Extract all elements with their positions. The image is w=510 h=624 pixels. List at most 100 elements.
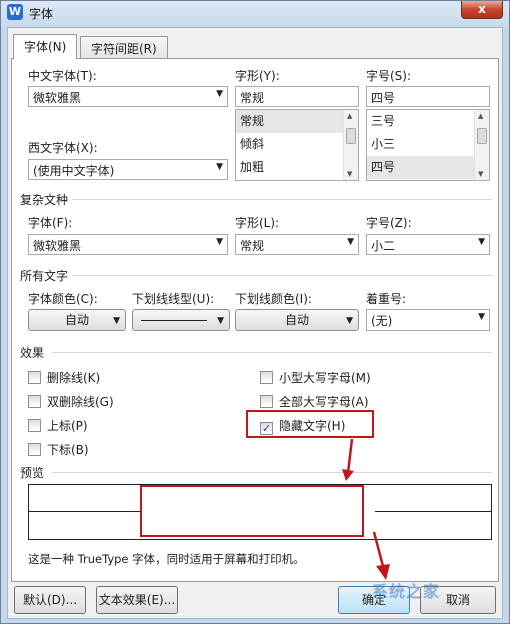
title-bar: W 字体 x (1, 1, 509, 25)
font-dialog: W 字体 x 字体(N) 字符间距(R) 中文字体(T): 微软雅黑 ▼ 字形(… (0, 0, 510, 624)
red-arrow-icon (342, 438, 354, 481)
font-size-label: 字号(S): (366, 69, 412, 83)
font-color-dropdown[interactable]: 自动 ▼ (28, 309, 126, 331)
font-style-option[interactable]: 加粗 (236, 156, 358, 179)
underline-type-label: 下划线线型(U): (132, 292, 215, 306)
font-style-option[interactable]: 倾斜 (236, 133, 358, 156)
font-style-scrollbar[interactable]: ▲ ▼ (343, 110, 358, 180)
preview-baseline-right (375, 511, 491, 512)
dropdown-arrow-icon: ▼ (478, 237, 485, 247)
complex-style-combo[interactable]: 常规 ▼ (235, 234, 359, 255)
chinese-font-label: 中文字体(T): (28, 69, 97, 83)
scroll-down-icon[interactable]: ▼ (478, 170, 483, 178)
strikethrough-checkbox[interactable]: 删除线(K) (28, 369, 100, 385)
font-size-option[interactable]: 小三 (367, 133, 489, 156)
watermark-logo: 系统之家 (372, 582, 441, 601)
font-style-list[interactable]: 常规 倾斜 加粗 ▲ ▼ (235, 109, 359, 181)
underline-color-value: 自动 (284, 313, 309, 327)
red-arrow-icon (372, 531, 390, 580)
dropdown-arrow-icon: ▼ (216, 162, 223, 172)
preview-group-title: 预览 (20, 464, 49, 481)
default-button[interactable]: 默认(D)... (14, 586, 86, 614)
complex-font-label: 字体(F): (28, 216, 73, 230)
close-button[interactable]: x (461, 1, 503, 19)
complex-size-combo[interactable]: 小二 ▼ (366, 234, 490, 255)
font-tab-panel: 中文字体(T): 微软雅黑 ▼ 字形(Y): 常规 常规 倾斜 加粗 ▲ ▼ 字… (11, 58, 499, 582)
emphasis-label: 着重号: (366, 292, 407, 306)
checkbox-box[interactable] (28, 371, 41, 384)
font-size-option[interactable]: 四号 (367, 156, 489, 179)
emphasis-combo[interactable]: (无) ▼ (366, 309, 490, 331)
strikethrough-label: 删除线(K) (47, 371, 101, 385)
effects-group-title: 效果 (20, 344, 49, 361)
tab-font[interactable]: 字体(N) (13, 34, 78, 59)
western-font-value: (使用中文字体) (33, 164, 115, 178)
small-caps-label: 小型大写字母(M) (279, 371, 371, 385)
underline-type-dropdown[interactable]: ▼ (132, 309, 230, 331)
complex-font-value: 微软雅黑 (33, 239, 82, 253)
group-divider (52, 352, 492, 353)
chinese-font-value: 微软雅黑 (33, 91, 82, 105)
hidden-text-highlight (246, 410, 374, 438)
all-text-group-title: 所有文字 (20, 267, 73, 284)
checkbox-box[interactable] (28, 443, 41, 456)
font-style-option[interactable]: 常规 (236, 110, 358, 133)
scroll-down-icon[interactable]: ▼ (347, 170, 352, 178)
group-divider (52, 472, 492, 473)
scroll-thumb[interactable] (477, 128, 487, 144)
double-strikethrough-checkbox[interactable]: 双删除线(G) (28, 393, 114, 409)
complex-font-combo[interactable]: 微软雅黑 ▼ (28, 234, 228, 255)
scroll-up-icon[interactable]: ▲ (478, 112, 483, 120)
text-effects-button[interactable]: 文本效果(E)... (96, 586, 178, 614)
checkbox-box[interactable] (260, 395, 273, 408)
dropdown-arrow-icon: ▼ (217, 316, 224, 326)
superscript-label: 上标(P) (47, 419, 88, 433)
complex-size-value: 小二 (371, 239, 396, 253)
underline-color-label: 下划线颜色(I): (235, 292, 312, 306)
underline-color-dropdown[interactable]: 自动 ▼ (235, 309, 359, 331)
scroll-thumb[interactable] (346, 128, 356, 144)
checkbox-box[interactable] (260, 371, 273, 384)
underline-sample-line (141, 320, 207, 321)
wps-app-icon: W (7, 4, 23, 20)
font-size-list[interactable]: 三号 小三 四号 ▲ ▼ (366, 109, 490, 181)
chinese-font-combo[interactable]: 微软雅黑 ▼ (28, 86, 228, 107)
font-size-scrollbar[interactable]: ▲ ▼ (474, 110, 489, 180)
all-caps-label: 全部大写字母(A) (279, 395, 369, 409)
western-font-label: 西文字体(X): (28, 141, 98, 155)
subscript-label: 下标(B) (47, 443, 89, 457)
group-divider (72, 275, 492, 276)
window-title: 字体 (29, 7, 54, 21)
double-strikethrough-label: 双删除线(G) (47, 395, 114, 409)
tab-character-spacing[interactable]: 字符间距(R) (80, 36, 168, 58)
dropdown-arrow-icon: ▼ (346, 316, 353, 326)
dropdown-arrow-icon: ▼ (216, 89, 223, 99)
all-caps-checkbox[interactable]: 全部大写字母(A) (260, 393, 369, 409)
dialog-client: 字体(N) 字符间距(R) 中文字体(T): 微软雅黑 ▼ 字形(Y): 常规 … (7, 27, 503, 619)
scroll-up-icon[interactable]: ▲ (347, 112, 352, 120)
font-style-label: 字形(Y): (235, 69, 280, 83)
complex-style-label: 字形(L): (235, 216, 280, 230)
emphasis-value: (无) (371, 314, 393, 328)
checkbox-box[interactable] (28, 395, 41, 408)
font-color-label: 字体颜色(C): (28, 292, 98, 306)
subscript-checkbox[interactable]: 下标(B) (28, 441, 89, 457)
complex-script-group-title: 复杂文种 (20, 191, 73, 208)
complex-size-label: 字号(Z): (366, 216, 412, 230)
preview-description: 这是一种 TrueType 字体，同时适用于屏幕和打印机。 (28, 552, 305, 566)
font-size-option[interactable]: 三号 (367, 110, 489, 133)
dropdown-arrow-icon: ▼ (347, 237, 354, 247)
checkbox-box[interactable] (28, 419, 41, 432)
font-size-input[interactable]: 四号 (366, 86, 490, 107)
complex-style-value: 常规 (240, 239, 265, 253)
dropdown-arrow-icon: ▼ (113, 316, 120, 326)
small-caps-checkbox[interactable]: 小型大写字母(M) (260, 369, 371, 385)
dropdown-arrow-icon: ▼ (478, 312, 485, 322)
preview-highlight (140, 485, 364, 537)
western-font-combo[interactable]: (使用中文字体) ▼ (28, 159, 228, 180)
font-style-input[interactable]: 常规 (235, 86, 359, 107)
font-color-value: 自动 (64, 313, 89, 327)
superscript-checkbox[interactable]: 上标(P) (28, 417, 88, 433)
dropdown-arrow-icon: ▼ (216, 237, 223, 247)
preview-baseline-left (29, 511, 141, 512)
